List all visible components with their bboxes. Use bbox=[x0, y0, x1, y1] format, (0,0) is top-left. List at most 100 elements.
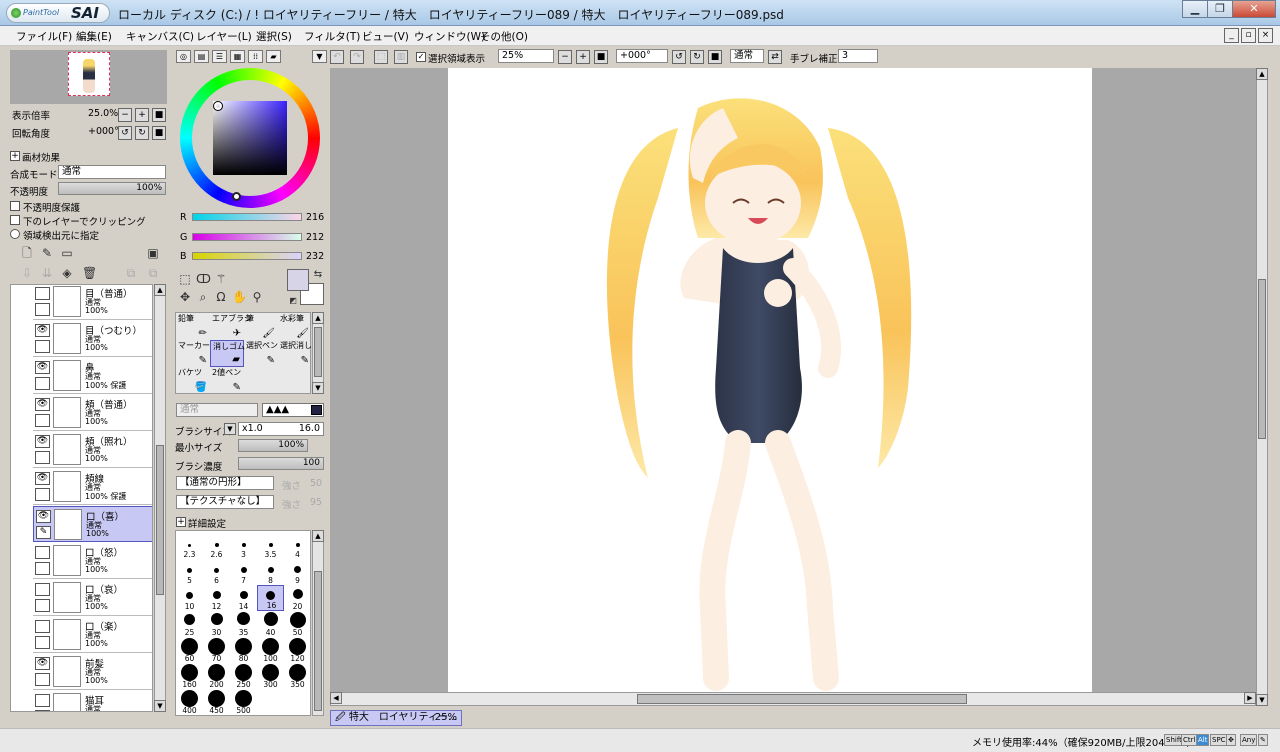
color-panel-menu-icon[interactable]: ▼ bbox=[312, 50, 327, 63]
layer-options2-icon[interactable]: ⧉ bbox=[146, 266, 160, 280]
mdi-minimize-button[interactable]: _ bbox=[1224, 28, 1239, 43]
blend-mode-select[interactable]: 通常 bbox=[58, 165, 166, 179]
brush-tool-button[interactable]: バケツ 🪣 bbox=[176, 367, 210, 394]
invert-select-button[interactable]: ▥ bbox=[394, 50, 408, 64]
layer-list-scrollbar[interactable]: ▲ ▼ bbox=[154, 284, 166, 712]
brush-size-preset[interactable]: 20 bbox=[284, 585, 311, 611]
canvas-zoom-in-button[interactable]: + bbox=[576, 50, 590, 64]
menu-layer[interactable]: レイヤー(L) bbox=[196, 29, 252, 44]
mdi-restore-button[interactable]: ▫ bbox=[1241, 28, 1256, 43]
brush-size-preset[interactable]: 2.3 bbox=[176, 533, 203, 559]
layer-row[interactable]: 👁 頬（照れ） 通常 100% bbox=[33, 432, 152, 468]
brush-size-preset[interactable]: 8 bbox=[257, 559, 284, 585]
brush-size-preset[interactable]: 50 bbox=[284, 611, 311, 637]
document-tab[interactable]: 🖉 特大 ロイヤリティー... 25% bbox=[330, 710, 462, 726]
layer-lock-icon[interactable] bbox=[35, 636, 50, 649]
rotate-left-button[interactable]: ↺ bbox=[118, 126, 132, 140]
canvas-zoom-reset-button[interactable]: ■ bbox=[594, 50, 608, 64]
transfer-down-icon[interactable]: ⇩ bbox=[20, 266, 34, 280]
merge-down-icon[interactable]: ⇊ bbox=[40, 266, 54, 280]
layer-visibility-icon[interactable] bbox=[35, 546, 50, 559]
layer-lock-icon[interactable] bbox=[35, 303, 50, 316]
menu-view[interactable]: ビュー(V) bbox=[362, 29, 409, 44]
brush-size-preset[interactable]: 25 bbox=[176, 611, 203, 637]
brush-size-field[interactable]: x1.0 16.0 bbox=[238, 422, 324, 436]
brush-size-preset[interactable]: 120 bbox=[284, 637, 311, 663]
canvas-zoom-out-button[interactable]: − bbox=[558, 50, 572, 64]
delete-layer-icon[interactable]: 🗑 bbox=[82, 266, 97, 280]
deselect-button[interactable]: ⬚ bbox=[374, 50, 388, 64]
layer-row[interactable]: 👁 鼻通常 100% 保護 bbox=[33, 358, 152, 394]
saturation-value-box[interactable] bbox=[213, 101, 287, 175]
navigator-viewport[interactable] bbox=[68, 52, 110, 96]
menu-canvas[interactable]: キャンバス(C) bbox=[126, 29, 194, 44]
color-wheel-tab[interactable]: ◎ bbox=[176, 50, 191, 63]
brush-size-preset[interactable]: 9 bbox=[284, 559, 311, 585]
brush-size-preset[interactable]: 16 bbox=[257, 585, 284, 611]
clipping-checkbox[interactable] bbox=[10, 215, 20, 225]
zoom-tool-icon[interactable]: ⌕ bbox=[196, 290, 210, 304]
layer-lock-icon[interactable] bbox=[35, 710, 50, 711]
magic-wand-icon[interactable]: ⚚ bbox=[214, 272, 228, 286]
opacity-slider[interactable]: 100% bbox=[58, 182, 166, 195]
brush-size-preset[interactable]: 5 bbox=[176, 559, 203, 585]
layer-visibility-icon[interactable]: 👁 bbox=[36, 510, 51, 523]
layer-row[interactable]: 👁 頬（普通） 通常 100% bbox=[33, 395, 152, 431]
brush-tool-button[interactable]: 水彩筆 🖌 bbox=[278, 313, 312, 340]
layer-lock-icon[interactable] bbox=[35, 340, 50, 353]
primary-color-swatch[interactable] bbox=[287, 269, 309, 291]
brush-size-preset[interactable]: 160 bbox=[176, 663, 203, 689]
canvas-vscrollbar[interactable]: ▲ ▼ bbox=[1256, 68, 1268, 706]
brush-size-preset[interactable]: 40 bbox=[257, 611, 284, 637]
effect-expand-icon[interactable]: + bbox=[10, 151, 20, 161]
brush-size-preset[interactable]: 300 bbox=[257, 663, 284, 689]
navigator-preview[interactable] bbox=[10, 50, 167, 104]
canvas-angle-select[interactable]: +000° bbox=[616, 49, 668, 63]
layer-visibility-icon[interactable] bbox=[35, 620, 50, 633]
layer-visibility-icon[interactable] bbox=[35, 694, 50, 707]
brush-size-preset[interactable]: 60 bbox=[176, 637, 203, 663]
layer-lock-icon[interactable] bbox=[35, 488, 50, 501]
brush-size-preset[interactable]: 200 bbox=[203, 663, 230, 689]
green-slider[interactable] bbox=[192, 233, 302, 241]
layer-row[interactable]: 口（怒） 通常 100% bbox=[33, 543, 152, 579]
mixer-tab[interactable]: ▦ bbox=[230, 50, 245, 63]
flip-horizontal-button[interactable]: ⇄ bbox=[768, 50, 782, 64]
brush-size-preset[interactable]: 7 bbox=[230, 559, 257, 585]
brush-size-preset[interactable]: 80 bbox=[230, 637, 257, 663]
brush-size-preset[interactable]: 400 bbox=[176, 689, 203, 715]
layer-row[interactable]: 口（楽） 通常 100% bbox=[33, 617, 152, 653]
layer-visibility-icon[interactable]: 👁 bbox=[35, 657, 50, 670]
scroll-up-icon[interactable]: ▲ bbox=[154, 284, 166, 296]
brush-size-preset[interactable]: 350 bbox=[284, 663, 311, 689]
default-colors-icon[interactable]: ◩ bbox=[286, 294, 300, 308]
maximize-button[interactable]: ❐ bbox=[1207, 0, 1233, 18]
brush-size-preset[interactable]: 30 bbox=[203, 611, 230, 637]
brush-size-preset[interactable]: 4 bbox=[284, 533, 311, 559]
brush-size-preset[interactable]: 3.5 bbox=[257, 533, 284, 559]
size-scroll-thumb[interactable] bbox=[314, 571, 322, 711]
menu-select[interactable]: 選択(S) bbox=[256, 29, 292, 44]
canvas-hscrollbar[interactable]: ◀ ▶ bbox=[330, 692, 1256, 706]
menu-edit[interactable]: 編集(E) bbox=[76, 29, 112, 44]
zoom-out-button[interactable]: − bbox=[118, 108, 132, 122]
size-scroll-up-icon[interactable]: ▲ bbox=[312, 530, 324, 542]
brush-texture-select[interactable]: 【テクスチャなし】 bbox=[176, 495, 274, 509]
opacity-lock-checkbox[interactable] bbox=[10, 201, 20, 211]
new-layer-icon[interactable]: 🗋 bbox=[20, 246, 34, 260]
brush-tool-button[interactable]: 鉛筆 ✏ bbox=[176, 313, 210, 340]
layer-lock-icon[interactable] bbox=[35, 377, 50, 390]
brush-tool-button[interactable]: 筆 🖌 bbox=[244, 313, 278, 340]
brush-scroll-thumb[interactable] bbox=[314, 327, 322, 377]
lasso-icon[interactable]: ↀ bbox=[196, 272, 211, 286]
move-icon[interactable]: ✥ bbox=[178, 290, 192, 304]
stabilizer-select[interactable]: 3 bbox=[838, 49, 878, 63]
layer-lock-icon[interactable] bbox=[35, 562, 50, 575]
layer-row[interactable]: 目（普通） 通常 100% bbox=[33, 285, 152, 320]
detail-expand-icon[interactable]: + bbox=[176, 517, 186, 527]
zoom-reset-button[interactable]: ■ bbox=[152, 108, 166, 122]
eyedropper-icon[interactable]: ⚲ bbox=[250, 290, 264, 304]
blue-slider[interactable] bbox=[192, 252, 302, 260]
canvas-paper[interactable] bbox=[448, 68, 1092, 692]
brush-tool-button[interactable]: 選択ペン ✎ bbox=[244, 340, 278, 367]
